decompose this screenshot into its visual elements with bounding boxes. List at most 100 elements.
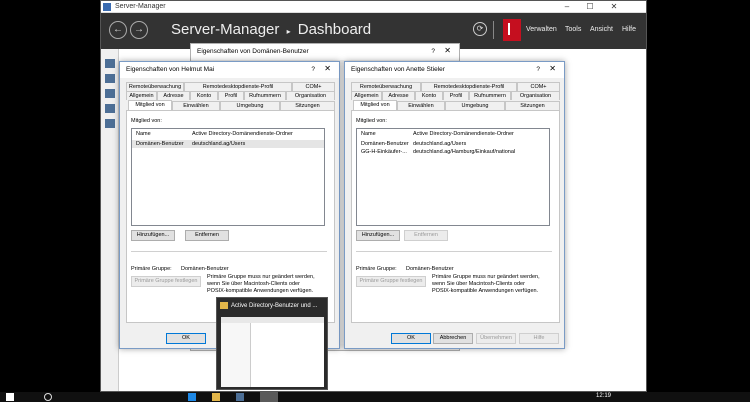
thumbnail-title: Active Directory-Benutzer und ... xyxy=(231,303,318,309)
menu-tools[interactable]: Tools xyxy=(565,26,581,33)
add-button[interactable]: Hinzufügen... xyxy=(131,230,175,241)
sidebar xyxy=(101,49,119,391)
close-icon[interactable]: ✕ xyxy=(324,64,331,73)
column-header-name[interactable]: Name xyxy=(361,131,376,137)
column-header-name[interactable]: Name xyxy=(136,131,151,137)
taskbar: 12:19 xyxy=(0,392,750,402)
tab-general[interactable]: Allgemein xyxy=(351,91,382,100)
row-name: Domänen-Benutzer xyxy=(136,141,184,147)
title-bar: Server-Manager – ☐ ✕ xyxy=(101,1,646,13)
remove-button[interactable]: Entfernen xyxy=(185,230,229,241)
tab-sessions[interactable]: Sitzungen xyxy=(505,101,560,110)
menu-hilfe[interactable]: Hilfe xyxy=(622,26,636,33)
forward-button[interactable]: → xyxy=(130,21,148,39)
menu-ansicht[interactable]: Ansicht xyxy=(590,26,613,33)
tab-account[interactable]: Konto xyxy=(415,91,443,100)
window-title: Server-Manager xyxy=(115,3,166,10)
page-title: Server-Manager ▸ Dashboard xyxy=(171,21,371,38)
divider xyxy=(131,251,327,252)
divider xyxy=(493,21,494,39)
thumbnail-preview xyxy=(221,317,324,387)
tab-phone-numbers[interactable]: Rufnummern xyxy=(244,91,286,100)
roles-icon[interactable] xyxy=(105,119,115,128)
dashboard-icon[interactable] xyxy=(105,59,115,68)
member-of-label: Mitglied von: xyxy=(356,118,387,124)
table-row[interactable]: GG-H-Einkäufer-... deutschland.ag/Hambur… xyxy=(357,148,549,156)
notifications-flag-icon[interactable] xyxy=(503,19,521,41)
apply-button[interactable]: Übernehmen xyxy=(476,333,516,344)
groups-list[interactable]: Name Active Directory-Domänendienste-Ord… xyxy=(356,128,550,226)
app-heading: Server-Manager xyxy=(171,21,280,38)
groups-list[interactable]: Name Active Directory-Domänendienste-Ord… xyxy=(131,128,325,226)
tab-account[interactable]: Konto xyxy=(190,91,218,100)
tab-address[interactable]: Adresse xyxy=(382,91,415,100)
column-header-folder[interactable]: Active Directory-Domänendienste-Ordner xyxy=(413,131,514,137)
close-icon[interactable]: ✕ xyxy=(444,46,451,55)
tab-environment[interactable]: Umgebung xyxy=(220,101,280,110)
add-button[interactable]: Hinzufügen... xyxy=(356,230,400,241)
all-servers-icon[interactable] xyxy=(105,89,115,98)
explorer-icon[interactable] xyxy=(212,393,220,401)
list-header: Name Active Directory-Domänendienste-Ord… xyxy=(357,129,549,138)
ie-icon[interactable] xyxy=(188,393,196,401)
search-icon[interactable] xyxy=(44,393,52,401)
dialog-title-bar: Eigenschaften von Domänen-Benutzer ? ✕ xyxy=(191,44,459,60)
set-primary-group-button[interactable]: Primäre Gruppe festlegen xyxy=(131,276,201,287)
help-button[interactable]: Hilfe xyxy=(519,333,559,344)
tab-organization[interactable]: Organisation xyxy=(286,91,335,100)
row-name: GG-H-Einkäufer-... xyxy=(361,149,407,155)
local-server-icon[interactable] xyxy=(105,74,115,83)
taskbar-thumbnail[interactable]: Active Directory-Benutzer und ... xyxy=(216,297,328,390)
tab-remote-desktop-profile[interactable]: Remotedesktopdienste-Profil xyxy=(184,82,292,91)
help-icon[interactable]: ? xyxy=(311,66,315,73)
tab-phone-numbers[interactable]: Rufnummern xyxy=(469,91,511,100)
remove-button[interactable]: Entfernen xyxy=(404,230,448,241)
tab-environment[interactable]: Umgebung xyxy=(445,101,505,110)
tab-member-of[interactable]: Mitglied von xyxy=(128,100,172,110)
tab-dial-in[interactable]: Einwählen xyxy=(172,101,220,110)
file-services-icon[interactable] xyxy=(105,104,115,113)
note-line-1: Primäre Gruppe muss nur geändert werden, xyxy=(207,274,315,280)
close-icon[interactable]: ✕ xyxy=(549,64,556,73)
minimize-button[interactable]: – xyxy=(556,1,578,13)
server-manager-icon xyxy=(103,3,111,11)
ok-button[interactable]: OK xyxy=(166,333,206,344)
note-line-3: POSIX-kompatible Anwendungen verfügen. xyxy=(207,288,314,294)
tab-profile[interactable]: Profil xyxy=(443,91,469,100)
help-icon[interactable]: ? xyxy=(431,48,435,55)
back-button[interactable]: ← xyxy=(109,21,127,39)
tab-member-of[interactable]: Mitglied von xyxy=(353,100,397,110)
tab-com[interactable]: COM+ xyxy=(517,82,560,91)
note-line-2: wenn Sie über Macintosh-Clients oder xyxy=(207,281,300,287)
note-line-1: Primäre Gruppe muss nur geändert werden, xyxy=(432,274,540,280)
menu-verwalten[interactable]: Verwalten xyxy=(526,26,557,33)
tab-profile[interactable]: Profil xyxy=(218,91,244,100)
table-row[interactable]: Domänen-Benutzer deutschland.ag/Users xyxy=(357,140,549,148)
ad-users-taskbar-icon[interactable] xyxy=(260,392,278,402)
maximize-button[interactable]: ☐ xyxy=(579,1,601,13)
breadcrumb-separator: ▸ xyxy=(286,27,291,36)
preview-tree xyxy=(221,323,251,387)
tab-com[interactable]: COM+ xyxy=(292,82,335,91)
tab-remote-control[interactable]: Remoteüberwachung xyxy=(351,82,421,91)
tab-remote-control[interactable]: Remoteüberwachung xyxy=(126,82,184,91)
cancel-button[interactable]: Abbrechen xyxy=(433,333,473,344)
tab-address[interactable]: Adresse xyxy=(157,91,190,100)
set-primary-group-button[interactable]: Primäre Gruppe festlegen xyxy=(356,276,426,287)
tab-dial-in[interactable]: Einwählen xyxy=(397,101,445,110)
member-of-panel: Mitglied von: Name Active Directory-Domä… xyxy=(126,110,335,323)
tab-general[interactable]: Allgemein xyxy=(126,91,157,100)
tab-remote-desktop-profile[interactable]: Remotedesktopdienste-Profil xyxy=(421,82,517,91)
primary-group-label: Primäre Gruppe: xyxy=(131,266,172,272)
windows-start-icon[interactable] xyxy=(6,393,14,401)
help-icon[interactable]: ? xyxy=(536,66,540,73)
ok-button[interactable]: OK xyxy=(391,333,431,344)
refresh-icon[interactable]: ⟳ xyxy=(473,22,487,36)
column-header-folder[interactable]: Active Directory-Domänendienste-Ordner xyxy=(192,131,293,137)
table-row[interactable]: Domänen-Benutzer deutschland.ag/Users xyxy=(132,140,324,148)
close-button[interactable]: ✕ xyxy=(603,1,625,13)
tab-organization[interactable]: Organisation xyxy=(511,91,560,100)
dialog-title: Eigenschaften von Domänen-Benutzer xyxy=(197,48,309,55)
tab-sessions[interactable]: Sitzungen xyxy=(280,101,335,110)
server-manager-taskbar-icon[interactable] xyxy=(236,393,244,401)
